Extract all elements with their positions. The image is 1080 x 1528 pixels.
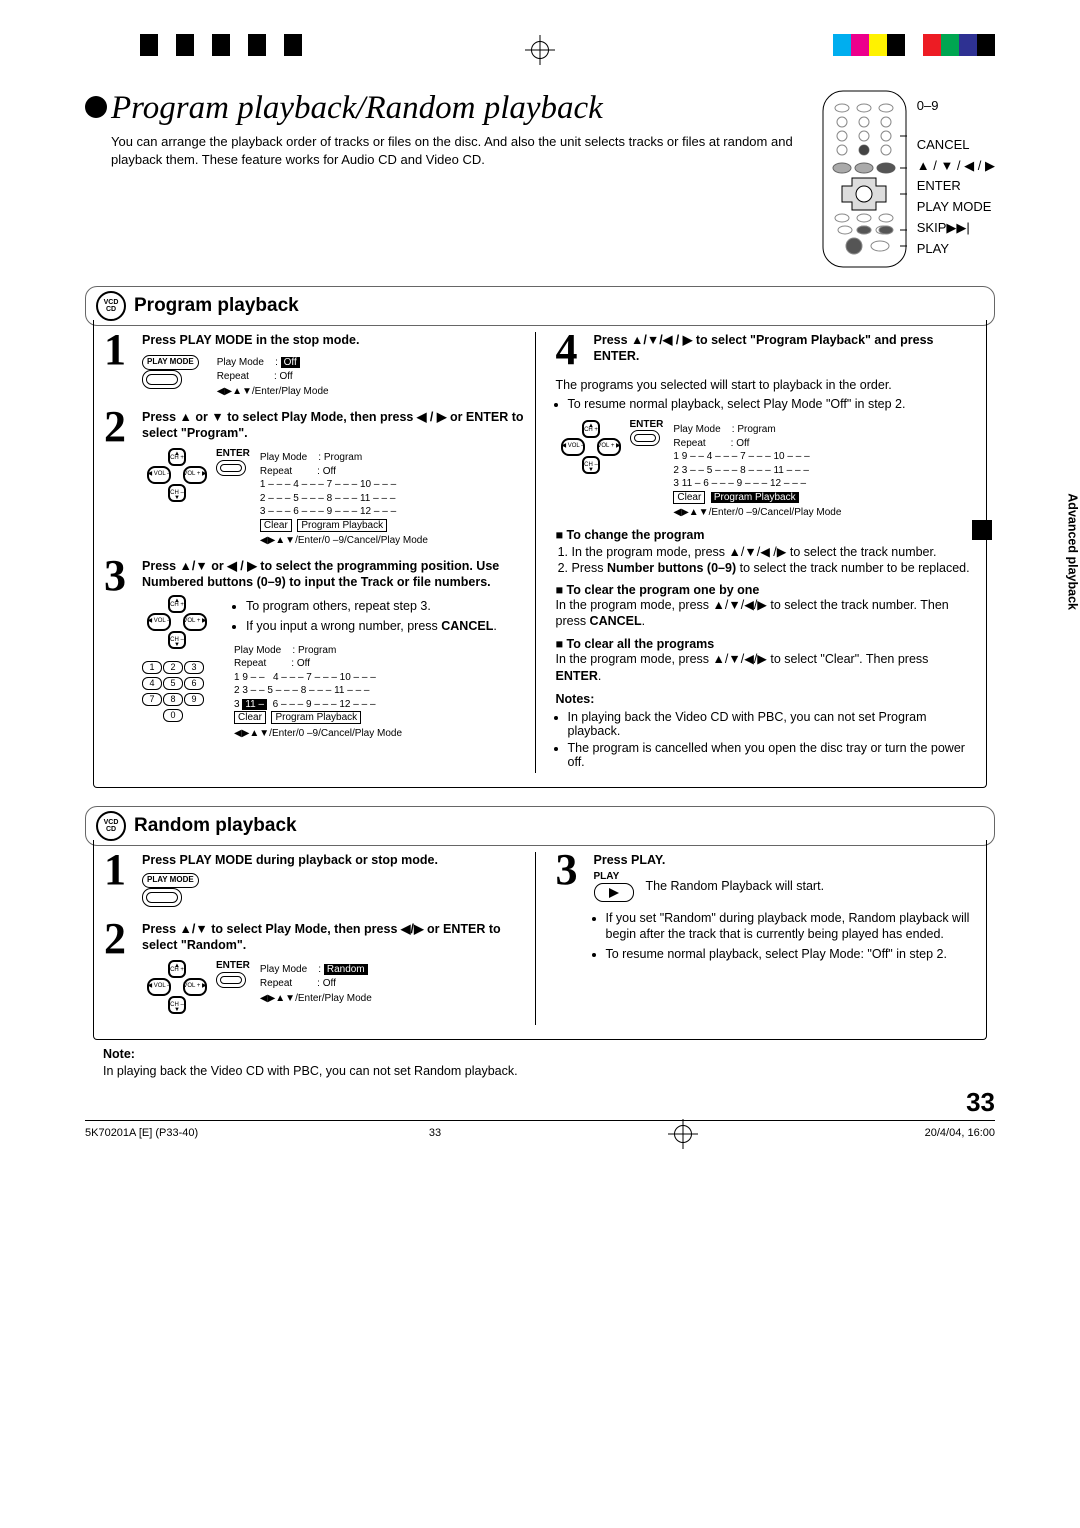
step-1: 1 Press PLAY MODE in the stop mode. PLAY… [104, 332, 525, 399]
play-mode-label: PLAY MODE [142, 355, 199, 369]
cross-pad-icon-2: ▲CH + CH –▼ ◀ VOL –VOL + ▶ [142, 594, 212, 650]
note-1: In playing back the Video CD with PBC, y… [568, 710, 977, 738]
osd-2: Play Mode : Program Repeat : Off 1 – – –… [260, 451, 428, 548]
svg-text:◀ VOL –: ◀ VOL – [147, 983, 171, 989]
footer-center: 33 [429, 1127, 441, 1149]
step-3: 3 Press ▲/▼ or ◀ / ▶ to select the progr… [104, 558, 525, 741]
svg-text:▼: ▼ [174, 642, 180, 648]
random-section-body: 1 Press PLAY MODE during playback or sto… [93, 840, 987, 1040]
register-cross-icon [672, 1123, 694, 1145]
random-step-2: 2 Press ▲/▼ to select Play Mode, then pr… [104, 921, 525, 1016]
cross-pad-icon-4: ▲CH + CH –▼ ◀ VOL –VOL + ▶ [142, 959, 212, 1015]
to-clear-one-head: ■ To clear the program one by one [556, 583, 977, 597]
to-clear-all-head: ■ To clear all the programs [556, 637, 977, 651]
section-title-random: Random playback [134, 815, 297, 837]
svg-text:◀ VOL –: ◀ VOL – [147, 618, 171, 624]
footer-right: 20/4/04, 16:00 [925, 1127, 995, 1149]
svg-text:▼: ▼ [588, 467, 594, 473]
random-step-2-text: Press ▲/▼ to select Play Mode, then pres… [142, 922, 501, 952]
footer-left: 5K70201A [E] (P33-40) [85, 1127, 198, 1149]
page-footer: 5K70201A [E] (P33-40) 33 20/4/04, 16:00 [85, 1123, 995, 1179]
random-bullet-1: If you set "Random" during playback mode… [606, 910, 977, 943]
play-label: PLAY [594, 870, 634, 883]
enter-label: ENTER [216, 447, 250, 460]
bw-bars [140, 34, 302, 56]
side-tab: Advanced playback [1066, 493, 1080, 610]
random-step-1: 1 Press PLAY MODE during playback or sto… [104, 852, 525, 911]
svg-text:▼: ▼ [174, 495, 180, 501]
enter-label-2: ENTER [630, 419, 664, 430]
cross-pad-icon-3: ▲CH + CH –▼ ◀ VOL –VOL + ▶ [556, 419, 626, 475]
to-change-2: Press Number buttons (0–9) to select the… [572, 561, 977, 575]
svg-text:CH +: CH + [170, 967, 184, 973]
remote-label-enter: ENTER [917, 176, 995, 197]
svg-text:▼: ▼ [174, 1007, 180, 1013]
remote-icon [822, 90, 907, 268]
step-3-text: Press ▲/▼ or ◀ / ▶ to select the program… [142, 559, 499, 589]
step-4-text: Press ▲/▼/◀ / ▶ to select "Program Playb… [594, 333, 934, 363]
svg-text:VOL + ▶: VOL + ▶ [183, 471, 207, 477]
step-2: 2 Press ▲ or ▼ to select Play Mode, then… [104, 409, 525, 548]
play-mode-button-icon-2 [142, 888, 182, 907]
svg-text:VOL + ▶: VOL + ▶ [183, 618, 207, 624]
step-4: 4 Press ▲/▼/◀ / ▶ to select "Program Pla… [556, 332, 977, 367]
svg-text:CH +: CH + [170, 455, 184, 461]
enter-button-icon [216, 460, 246, 476]
to-change-1: In the program mode, press ▲/▼/◀ /▶ to s… [572, 544, 977, 559]
enter-button-icon-2 [630, 430, 660, 446]
color-bars [833, 34, 995, 56]
svg-text:CH +: CH + [584, 427, 598, 433]
page-number: 33 [85, 1087, 995, 1121]
svg-text:CH +: CH + [170, 602, 184, 608]
osd-4: Play Mode : Program Repeat : Off 1 9 – –… [673, 423, 841, 520]
random-note-head: Note: [103, 1047, 135, 1061]
step-4-bullet: To resume normal playback, select Play M… [568, 397, 977, 411]
step-2-text: Press ▲ or ▼ to select Play Mode, then p… [142, 410, 524, 440]
osd-3: Play Mode : Program Repeat : Off 1 9 – –… [234, 644, 525, 741]
remote-label-playmode: PLAY MODE [917, 197, 995, 218]
svg-text:◀ VOL –: ◀ VOL – [561, 443, 585, 449]
enter-label-3: ENTER [216, 959, 250, 972]
svg-text:◀ VOL –: ◀ VOL – [147, 471, 171, 477]
number-keypad-icon: 123 456 789 0 [142, 661, 218, 722]
remote-diagram: 0–9 CANCEL ▲ / ▼ / ◀ / ▶ ENTER PLAY MODE… [822, 90, 995, 268]
osd-1: Play Mode : Off Repeat : Off ◀▶▲▼/Enter/… [217, 356, 329, 399]
random-step-1-text: Press PLAY MODE during playback or stop … [142, 853, 438, 867]
random-step-3: 3 Press PLAY. PLAY The Random Playback w… [556, 852, 977, 966]
step-4-after: The programs you selected will start to … [556, 377, 977, 393]
enter-button-icon-3 [216, 972, 246, 988]
to-clear-all-text: In the program mode, press ▲/▼/◀/▶ to se… [556, 651, 977, 684]
play-mode-button-icon [142, 370, 182, 389]
reg-marks-top [0, 30, 1080, 70]
step-3-bullet-2: If you input a wrong number, press CANCE… [246, 618, 525, 634]
play-button-icon [594, 883, 634, 902]
program-section-body: 1 Press PLAY MODE in the stop mode. PLAY… [93, 320, 987, 788]
remote-label-arrows: ▲ / ▼ / ◀ / ▶ [917, 156, 995, 177]
to-change-head: ■ To change the program [556, 528, 977, 542]
play-mode-label-2: PLAY MODE [142, 873, 199, 887]
section-title-program: Program playback [134, 295, 299, 317]
random-step-3-after: The Random Playback will start. [646, 878, 825, 894]
intro-text: You can arrange the playback order of tr… [111, 133, 802, 168]
remote-label-play: PLAY [917, 239, 995, 260]
svg-text:VOL + ▶: VOL + ▶ [597, 443, 621, 449]
random-step-3-text: Press PLAY. [594, 853, 666, 867]
disc-badge-icon: VCD CD [96, 811, 126, 841]
to-clear-one-text: In the program mode, press ▲/▼/◀/▶ to se… [556, 597, 977, 630]
cross-pad-icon: ▲CH + CH –▼ ◀ VOL – VOL + ▶ [142, 447, 212, 503]
remote-label-cancel: CANCEL [917, 135, 995, 156]
remote-label-nums: 0–9 [917, 96, 995, 117]
notes-head: Notes: [556, 692, 977, 706]
svg-text:VOL + ▶: VOL + ▶ [183, 983, 207, 989]
step-1-text: Press PLAY MODE in the stop mode. [142, 333, 359, 347]
osd-random: Play Mode : Random Repeat : Off ◀▶▲▼/Ent… [260, 963, 372, 1006]
page-title: Program playback/Random playback [85, 90, 802, 127]
register-cross-icon [529, 39, 551, 61]
disc-badge-icon: VCD CD [96, 291, 126, 321]
random-bullet-2: To resume normal playback, select Play M… [606, 946, 977, 962]
random-note-1: In playing back the Video CD with PBC, y… [103, 1064, 518, 1078]
remote-label-skip: SKIP▶▶| [917, 218, 995, 239]
step-3-bullet-1: To program others, repeat step 3. [246, 598, 525, 614]
note-2: The program is cancelled when you open t… [568, 741, 977, 769]
